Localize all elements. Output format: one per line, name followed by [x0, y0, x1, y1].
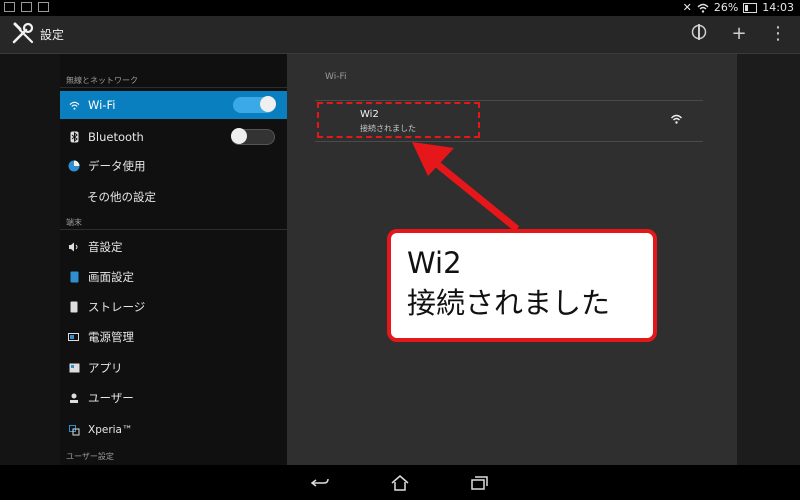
- display-icon: [67, 270, 81, 284]
- sidebar-item-display[interactable]: 画面設定: [60, 263, 287, 291]
- section-header-user: ユーザー設定: [66, 452, 114, 461]
- action-bar: 設定 + ⋮: [0, 16, 800, 54]
- sidebar-item-label: ストレージ: [88, 300, 146, 314]
- home-icon[interactable]: [389, 473, 411, 493]
- highlight-box: [317, 102, 480, 138]
- battery-icon: [743, 2, 758, 13]
- callout-line-1: Wi2: [407, 246, 462, 280]
- sidebar-item-label: 画面設定: [88, 270, 134, 284]
- sidebar-item-wifi[interactable]: Wi-Fi: [60, 91, 287, 119]
- sidebar-item-users[interactable]: ユーザー: [60, 384, 287, 412]
- wifi-signal-icon: [671, 114, 682, 124]
- apps-icon: [67, 361, 81, 375]
- panel-title: Wi-Fi: [325, 72, 347, 82]
- xperia-icon: [67, 423, 81, 437]
- bluetooth-icon: [67, 130, 81, 144]
- overflow-menu-button[interactable]: ⋮: [765, 22, 791, 46]
- user-icon: [67, 391, 81, 405]
- divider: [60, 229, 287, 230]
- settings-sidebar: 無線とネットワーク Wi-Fi Bluetooth データ使用 その他の設定 端…: [60, 54, 287, 465]
- wifi-toggle[interactable]: [233, 96, 276, 113]
- recent-apps-icon[interactable]: [468, 473, 490, 493]
- system-status: ✕ 26% 14:03: [683, 1, 794, 14]
- back-icon[interactable]: [310, 473, 332, 493]
- wrench-screwdriver-icon[interactable]: [11, 21, 35, 45]
- callout-box: Wi2 接続されました: [387, 229, 657, 342]
- left-margin: [0, 54, 60, 465]
- divider: [315, 100, 703, 101]
- sidebar-item-label: Bluetooth: [88, 130, 144, 144]
- sync-icon: [691, 24, 707, 40]
- usb-icon: [4, 2, 15, 12]
- battery-percent: 26%: [713, 1, 739, 14]
- divider: [60, 87, 287, 88]
- app-title: 設定: [40, 28, 65, 42]
- sidebar-item-data-usage[interactable]: データ使用: [60, 152, 287, 180]
- sidebar-item-label: ユーザー: [88, 391, 134, 405]
- sidebar-item-label: その他の設定: [87, 190, 156, 204]
- status-bar: ✕ 26% 14:03: [0, 0, 800, 16]
- sync-button[interactable]: [686, 22, 712, 46]
- message-icon: [38, 2, 49, 12]
- mute-icon: ✕: [682, 1, 692, 14]
- battery-icon: [67, 330, 81, 344]
- wifi-icon: [67, 98, 81, 112]
- clock: 14:03: [762, 1, 794, 14]
- sidebar-item-label: 音設定: [88, 240, 123, 254]
- callout-line-2: 接続されました: [407, 286, 611, 320]
- sidebar-item-label: アプリ: [88, 361, 123, 375]
- sound-icon: [67, 240, 81, 254]
- sidebar-item-power[interactable]: 電源管理: [60, 323, 287, 351]
- sidebar-item-xperia[interactable]: Xperia™: [60, 416, 287, 444]
- data-usage-icon: [67, 159, 81, 173]
- navigation-bar: [0, 465, 800, 500]
- sidebar-item-bluetooth[interactable]: Bluetooth: [60, 123, 287, 151]
- sidebar-item-label: Xperia™: [88, 424, 133, 436]
- sidebar-item-sound[interactable]: 音設定: [60, 233, 287, 261]
- sidebar-item-storage[interactable]: ストレージ: [60, 293, 287, 321]
- sidebar-item-label: 電源管理: [88, 330, 134, 344]
- sidebar-item-other-settings[interactable]: その他の設定: [60, 183, 287, 211]
- storage-icon: [67, 300, 81, 314]
- sidebar-item-apps[interactable]: アプリ: [60, 354, 287, 382]
- add-button[interactable]: +: [726, 22, 752, 46]
- section-header-device: 端末: [66, 218, 82, 227]
- section-header-wireless: 無線とネットワーク: [66, 76, 138, 85]
- tablet-screen: ✕ 26% 14:03 設定 + ⋮ 無線とネットワーク Wi-Fi Bluet…: [0, 0, 800, 500]
- sidebar-item-label: Wi-Fi: [88, 98, 116, 112]
- bluetooth-toggle[interactable]: [231, 128, 275, 145]
- sidebar-item-label: データ使用: [88, 159, 146, 173]
- divider: [315, 141, 703, 142]
- right-margin: [737, 54, 800, 465]
- wifi-status-icon: [697, 3, 709, 13]
- notification-icons: [4, 2, 49, 12]
- image-icon: [21, 2, 32, 12]
